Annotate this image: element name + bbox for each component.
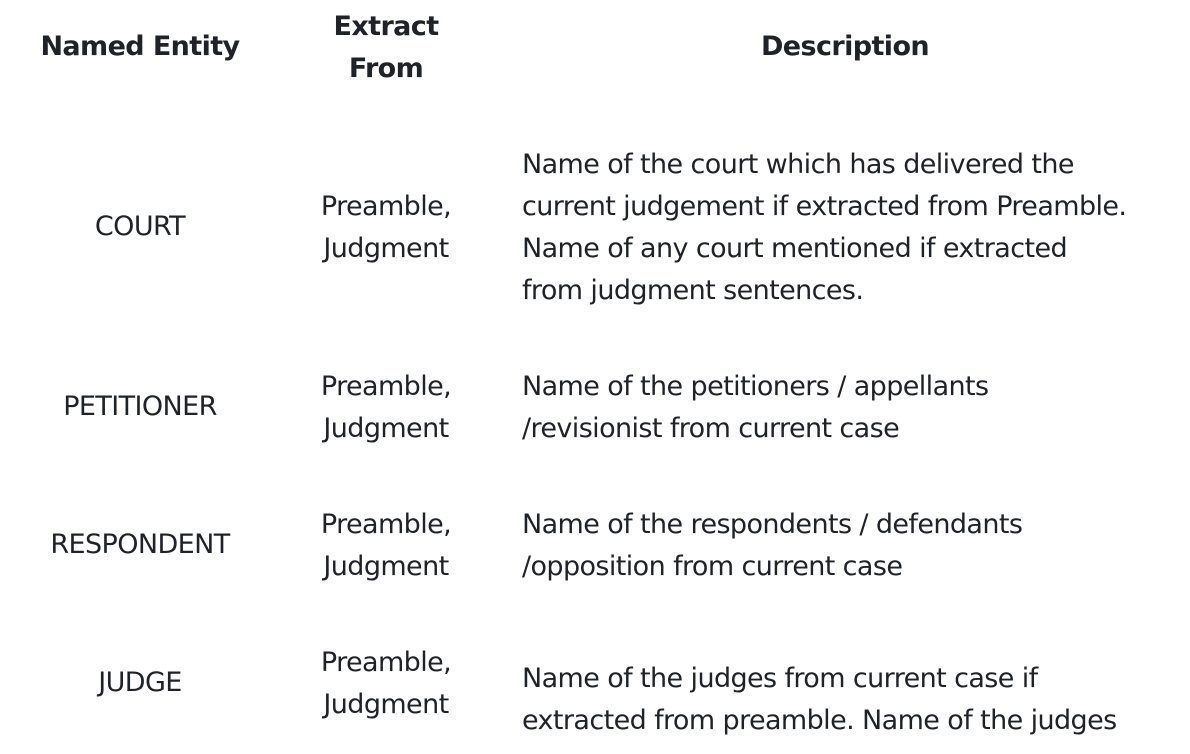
row-judge-description: Name of the judges from current case if … xyxy=(522,663,1117,736)
row-respondent-extract-line1: Preamble, xyxy=(320,509,452,540)
row-petitioner-extract-line2: Judgment xyxy=(323,413,449,444)
row-court-extract-line2: Judgment xyxy=(323,233,449,264)
row-respondent-extract-line2: Judgment xyxy=(323,551,449,582)
row-judge-entity: JUDGE xyxy=(98,667,182,698)
row-petitioner-description: Name of the petitioners / appellants /re… xyxy=(522,371,989,444)
row-judge-extract-line1: Preamble, xyxy=(320,647,452,678)
row-court-extract-line1: Preamble, xyxy=(320,191,452,222)
row-respondent-entity: RESPONDENT xyxy=(50,529,230,560)
header-extract-from-line2: From xyxy=(348,53,424,84)
row-petitioner-extract-line1: Preamble, xyxy=(320,371,452,402)
header-extract-from: Extract From xyxy=(300,6,472,90)
row-petitioner-extract: Preamble, Judgment xyxy=(300,366,472,450)
row-judge-extract: Preamble, Judgment xyxy=(300,642,472,726)
header-description: Description xyxy=(760,31,930,62)
row-petitioner-entity: PETITIONER xyxy=(63,391,217,422)
row-judge-extract-line2: Judgment xyxy=(323,689,449,720)
row-respondent-description: Name of the respondents / defendants /op… xyxy=(522,509,1023,582)
row-court-extract: Preamble, Judgment xyxy=(300,186,472,270)
header-extract-from-line1: Extract xyxy=(333,11,439,42)
header-named-entity: Named Entity xyxy=(40,31,240,62)
named-entity-table: Named Entity Extract From Description CO… xyxy=(0,0,1190,754)
row-respondent-extract: Preamble, Judgment xyxy=(300,504,472,588)
row-court-entity: COURT xyxy=(94,211,186,242)
row-court-description: Name of the court which has delivered th… xyxy=(522,149,1127,306)
